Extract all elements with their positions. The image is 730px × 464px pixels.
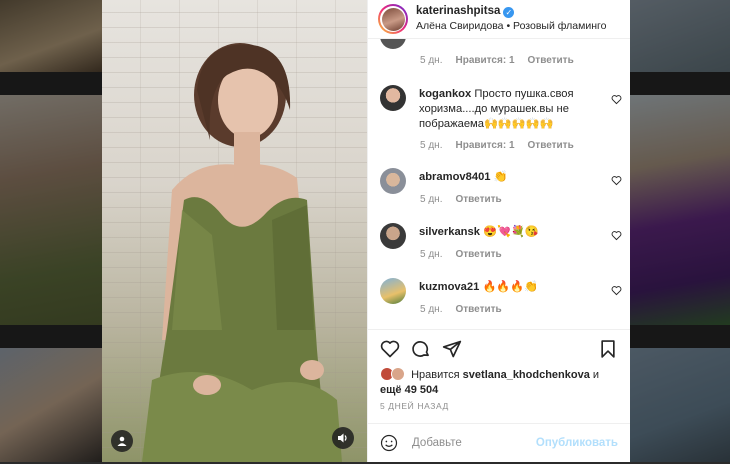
comment-meta: 5 дн. Нравится: 1 Ответить bbox=[420, 55, 587, 66]
comment-meta: 5 дн. Ответить bbox=[420, 304, 515, 315]
comment-username[interactable]: kogankox bbox=[419, 88, 471, 100]
comment-text: abramov8401 👏 bbox=[419, 170, 611, 185]
comment-composer: Добавьте Опубликовать bbox=[368, 423, 630, 464]
reply-button[interactable]: Ответить bbox=[455, 304, 501, 315]
action-icons-row bbox=[380, 339, 620, 361]
post-date[interactable]: 5 ДНЕЙ НАЗАД bbox=[380, 401, 449, 411]
comment-avatar[interactable] bbox=[380, 85, 406, 111]
reply-button[interactable]: Ответить bbox=[528, 140, 574, 151]
comment-meta: 5 дн. Ответить bbox=[420, 194, 515, 205]
like-comment-heart-icon[interactable] bbox=[611, 94, 622, 105]
like-comment-heart-icon[interactable] bbox=[611, 230, 622, 241]
reply-button[interactable]: Ответить bbox=[455, 249, 501, 260]
comment-age: 5 дн. bbox=[420, 249, 443, 260]
post-header: katerinashpitsa ✓ Алёна Свиридова • Розов… bbox=[368, 0, 630, 39]
author-username[interactable]: katerinashpitsa bbox=[416, 5, 500, 17]
comment-body: 🔥🔥🔥👏 bbox=[482, 281, 539, 293]
comment-input[interactable]: Добавьте bbox=[412, 437, 462, 449]
user-icon bbox=[117, 436, 127, 446]
comment-age: 5 дн. bbox=[420, 55, 443, 66]
likes-prefix: Нравится bbox=[411, 369, 460, 381]
verified-badge-icon: ✓ bbox=[503, 7, 515, 18]
comment-age: 5 дн. bbox=[420, 194, 443, 205]
like-comment-heart-icon[interactable] bbox=[611, 175, 622, 186]
post-audio-subtitle[interactable]: Алёна Свиридова • Розовый фламинго bbox=[416, 19, 606, 34]
post-photo bbox=[142, 43, 342, 462]
comment-meta: 5 дн. Нравится: 1 Ответить bbox=[420, 140, 587, 151]
author-avatar[interactable] bbox=[378, 4, 408, 34]
liker-username[interactable]: svetlana_khodchenkova bbox=[463, 369, 590, 381]
comment-meta: 5 дн. Ответить bbox=[420, 249, 515, 260]
tagged-users-button[interactable] bbox=[111, 430, 133, 452]
share-icon[interactable] bbox=[442, 339, 462, 359]
sound-toggle-button[interactable] bbox=[332, 427, 354, 449]
reply-button[interactable]: Ответить bbox=[528, 55, 574, 66]
comment-username[interactable]: kuzmova21 bbox=[419, 281, 479, 293]
post-media[interactable] bbox=[102, 0, 367, 462]
comment-avatar[interactable] bbox=[380, 278, 406, 304]
comment-body: 👏 bbox=[493, 171, 508, 183]
comment-body: 😍💘💐😘 bbox=[483, 226, 539, 238]
like-comment-heart-icon[interactable] bbox=[611, 285, 622, 296]
smiley-icon[interactable] bbox=[380, 434, 398, 452]
comment-likes[interactable]: Нравится: 1 bbox=[455, 140, 514, 151]
likes-count-button[interactable]: ещё 49 504 bbox=[380, 384, 438, 396]
reply-button[interactable]: Ответить bbox=[455, 194, 501, 205]
post-actions: Нравится svetlana_khodchenkova и ещё 49 … bbox=[368, 329, 630, 452]
sound-icon bbox=[338, 433, 347, 443]
comment-text: kogankox Просто пушка.своя хоризма....до… bbox=[419, 87, 611, 132]
comment-text: kuzmova21 🔥🔥🔥👏 bbox=[419, 280, 611, 295]
comment-age: 5 дн. bbox=[420, 304, 443, 315]
comment-text: silverkansk 😍💘💐😘 bbox=[419, 225, 611, 240]
comment-age: 5 дн. bbox=[420, 140, 443, 151]
heart-icon[interactable] bbox=[380, 339, 400, 359]
bookmark-icon[interactable] bbox=[598, 339, 618, 359]
comment-icon[interactable] bbox=[411, 339, 431, 359]
comment-avatar[interactable] bbox=[380, 168, 406, 194]
comment-avatar[interactable] bbox=[380, 223, 406, 249]
comment-avatar[interactable] bbox=[380, 39, 406, 49]
publish-button[interactable]: Опубликовать bbox=[536, 437, 618, 449]
likes-conj: и bbox=[592, 369, 600, 381]
comment-username[interactable]: abramov8401 bbox=[419, 171, 491, 183]
comments-list[interactable]: 5 дн. Нравится: 1 Ответить kogankox Просто… bbox=[368, 39, 630, 329]
comment-likes[interactable]: Нравится: 1 bbox=[455, 55, 514, 66]
post-modal: katerinashpitsa ✓ Алёна Свиридова • Розов… bbox=[102, 0, 630, 462]
liked-by-text: Нравится svetlana_khodchenkova и ещё 49 … bbox=[380, 367, 620, 398]
post-sidebar: katerinashpitsa ✓ Алёна Свиридова • Розов… bbox=[367, 0, 630, 462]
comment-username[interactable]: silverkansk bbox=[419, 226, 480, 238]
liker-avatars bbox=[380, 367, 408, 381]
